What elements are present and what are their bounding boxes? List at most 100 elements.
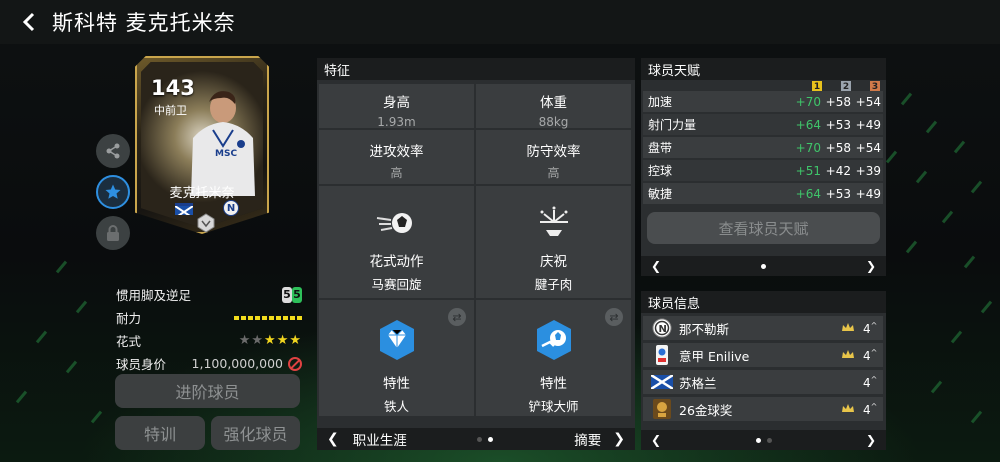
page-dots — [755, 437, 772, 443]
talent-name: 敏捷 — [648, 187, 673, 201]
career-tab[interactable]: 职业生涯 — [353, 429, 407, 449]
talent-row: 控球 +51 +42 +39 — [643, 160, 883, 181]
svg-text:MSC: MSC — [215, 149, 237, 159]
light-ray — [925, 120, 938, 134]
talent-row: 敏捷 +64 +53 +49 — [643, 183, 883, 204]
view-talent-button[interactable]: 查看球员天赋 — [647, 212, 880, 244]
height-label: 身高 — [383, 95, 410, 111]
talent-tier3-value: +49 — [855, 186, 881, 201]
light-ray — [905, 240, 918, 254]
chevron-right-icon[interactable]: ❯ — [866, 259, 876, 273]
talent-tier3-value: +54 — [855, 94, 881, 109]
player-info-footer: ❮ ❯ — [641, 430, 886, 450]
refresh-icon[interactable]: ⇄ — [448, 308, 466, 326]
height-cell: 身高 1.93m — [319, 84, 474, 129]
serie-a-league-icon — [651, 344, 673, 366]
strong-foot-value: 5 — [292, 286, 302, 303]
celebration-cell[interactable]: 庆祝 腱子肉 — [476, 186, 631, 298]
skill-star-icon: ★ — [251, 333, 265, 348]
foot-badges: 5 5 — [282, 286, 302, 303]
light-ray — [970, 180, 983, 194]
page-dots — [761, 263, 766, 269]
star-icon — [105, 184, 121, 199]
scotland-flag-icon — [651, 371, 673, 393]
player-info-row[interactable]: 苏格兰 4^ — [643, 370, 883, 394]
talent-tier2-value: +58 — [825, 94, 851, 109]
back-button[interactable] — [14, 7, 44, 37]
features-footer: ❮ 职业生涯 摘要 ❯ — [317, 428, 635, 450]
player-info-row[interactable]: 意甲 Enilive 4^ — [643, 343, 883, 367]
player-info-row[interactable]: 26金球奖 4^ — [643, 397, 883, 421]
crown-icon — [841, 349, 855, 362]
chevron-left-icon[interactable]: ❮ — [651, 433, 661, 447]
talent-tier1-value: +70 — [795, 94, 821, 109]
player-info-text: 26金球奖 — [679, 402, 733, 418]
light-ray — [950, 330, 963, 344]
share-button[interactable] — [96, 134, 130, 168]
celebration-value: 腱子肉 — [534, 277, 573, 292]
foot-row: 惯用脚及逆足 5 5 — [116, 283, 302, 306]
chevron-right-icon[interactable]: ❯ — [866, 433, 876, 447]
player-info-text: 苏格兰 — [679, 375, 717, 391]
upgrade-player-button[interactable]: 进阶球员 — [115, 374, 300, 408]
enhance-player-button[interactable]: 强化球员 — [211, 416, 300, 450]
value-label: 球员身价 — [116, 357, 167, 372]
chemistry-level-value: 4 — [863, 402, 871, 417]
defense-value: 高 — [547, 166, 560, 180]
stamina-bar — [234, 315, 302, 320]
stamina-segment — [276, 315, 281, 320]
weight-label: 体重 — [540, 95, 567, 111]
light-ray — [90, 410, 103, 424]
chemistry-level-value: 4 — [863, 375, 871, 390]
trait2-value: 铲球大师 — [528, 399, 579, 414]
light-ray — [953, 140, 966, 154]
value-row: 球员身价 1,100,000,000 — [116, 352, 302, 375]
talent-tier2-value: +53 — [825, 186, 851, 201]
card-position: 中前卫 — [154, 104, 187, 117]
level-up-icon: ^ — [870, 401, 878, 411]
summary-tab[interactable]: 摘要 — [574, 429, 601, 449]
chemistry-level: 4^ — [863, 348, 883, 363]
special-train-button[interactable]: 特训 — [115, 416, 205, 450]
talent-tier3-value: +54 — [855, 140, 881, 155]
player-card[interactable]: MSC 143 中前卫 麦克托米奈 N — [135, 56, 269, 234]
trait1-cell[interactable]: ⇄ 特性 铁人 — [319, 300, 474, 416]
chevron-right-icon[interactable]: ❯ — [613, 431, 625, 447]
defense-label: 防守效率 — [526, 144, 581, 160]
light-ray — [55, 260, 68, 274]
stamina-segment — [241, 315, 246, 320]
favorite-button[interactable] — [96, 175, 130, 209]
light-ray — [930, 380, 943, 394]
trait2-cell[interactable]: ⇄ 特性 铲球大师 — [476, 300, 631, 416]
lock-button[interactable] — [96, 216, 130, 250]
player-info-text: 那不勒斯 — [679, 321, 730, 337]
talent-tier3-value: +49 — [855, 117, 881, 132]
share-icon — [106, 143, 120, 159]
stamina-segment — [290, 315, 295, 320]
page-dot — [476, 436, 482, 442]
diamond-trait-icon — [379, 320, 414, 360]
attack-label: 进攻效率 — [369, 144, 424, 160]
light-ray — [35, 330, 48, 344]
level-up-icon: ^ — [870, 374, 878, 384]
chevron-left-icon[interactable]: ❮ — [327, 431, 339, 447]
napoli-club-icon: N — [651, 317, 673, 339]
light-ray — [900, 92, 913, 106]
refresh-icon[interactable]: ⇄ — [605, 308, 623, 326]
top-bar: 斯科特 麦克托米奈 — [0, 0, 1000, 44]
skill-move-cell[interactable]: 花式动作 马赛回旋 — [319, 186, 474, 298]
light-ray — [963, 255, 976, 269]
chemistry-level-value: 4 — [863, 348, 871, 363]
attack-value: 高 — [390, 166, 403, 180]
player-info-row[interactable]: N 那不勒斯 4^ — [643, 316, 883, 340]
chevron-left-icon[interactable]: ❮ — [651, 259, 661, 273]
chemistry-level: 4^ — [863, 402, 883, 417]
svg-text:N: N — [659, 324, 667, 335]
height-value: 1.93m — [377, 115, 416, 129]
page-dot — [766, 437, 772, 443]
skill-star-icon: ★ — [289, 333, 302, 348]
skill-star-icon: ★ — [276, 333, 290, 348]
light-ray — [970, 410, 983, 424]
skill-row: 花式 ★★★★★ — [116, 329, 302, 352]
card-rating: 143 — [151, 76, 195, 100]
